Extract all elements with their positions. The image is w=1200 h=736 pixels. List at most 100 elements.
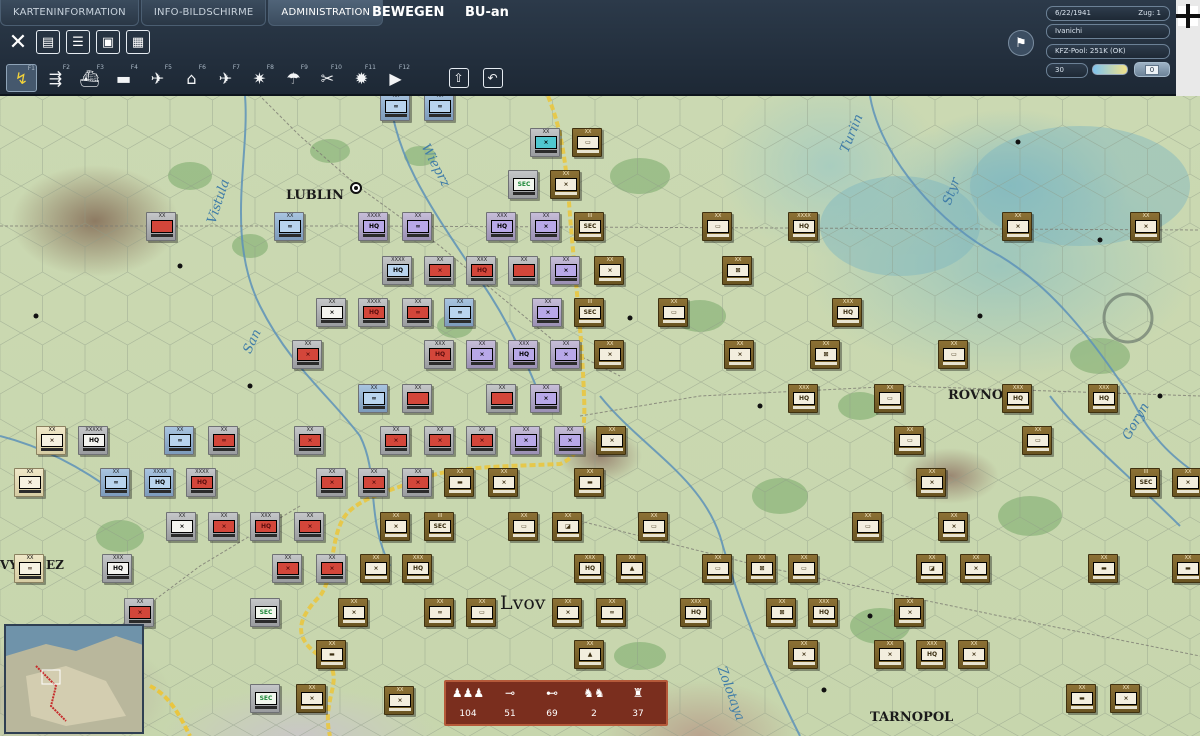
soviet-unit-counter[interactable]: XX ▬ (316, 640, 346, 669)
axis-unit-counter[interactable]: XX (486, 384, 516, 413)
soviet-unit-counter[interactable]: III SEC (1130, 468, 1160, 497)
soviet-unit-counter[interactable]: XX ⨯ (1002, 212, 1032, 241)
paradrop-button[interactable]: ☂ F9 (278, 64, 309, 92)
axis-unit-counter[interactable]: XX ⨯ (208, 512, 238, 541)
axis-unit-counter[interactable]: XX ∞ (100, 468, 130, 497)
naval-button[interactable]: ⛴ F3 (74, 64, 105, 92)
axis-unit-counter[interactable]: XX ∞ (164, 426, 194, 455)
soviet-unit-counter[interactable]: XXX HQ (680, 598, 710, 627)
soviet-unit-counter[interactable]: XX ▭ (702, 212, 732, 241)
soviet-unit-counter[interactable]: XX ▭ (938, 340, 968, 369)
axis-unit-counter[interactable]: XX ∞ (274, 212, 304, 241)
axis-unit-counter[interactable]: XXXX HQ (186, 468, 216, 497)
axis-unit-counter[interactable]: XX ∞ (402, 298, 432, 327)
soviet-unit-counter[interactable]: XX ⨯ (550, 170, 580, 199)
soviet-unit-counter[interactable]: XX ▭ (572, 128, 602, 157)
soviet-unit-counter[interactable]: XXXX HQ (788, 212, 818, 241)
move-mode-button[interactable]: ↯ F1 (6, 64, 37, 92)
close-icon[interactable]: ✕ (6, 30, 30, 55)
soviet-unit-counter[interactable]: III SEC (574, 298, 604, 327)
soviet-unit-counter[interactable]: XX ⊠ (722, 256, 752, 285)
unit-info-icon[interactable]: ▤ (36, 30, 60, 54)
rail-button[interactable]: ⇶ F2 (40, 64, 71, 92)
axis-unit-counter[interactable]: XXXXX HQ (78, 426, 108, 455)
minimap[interactable] (4, 624, 144, 734)
axis-unit-counter[interactable]: XX ⨯ (124, 598, 154, 627)
soviet-unit-counter[interactable]: XX ▭ (788, 554, 818, 583)
soviet-unit-counter[interactable]: XX ⨯ (958, 640, 988, 669)
soviet-unit-counter[interactable]: XX ⨯ (874, 640, 904, 669)
soviet-unit-counter[interactable]: XXX HQ (832, 298, 862, 327)
axis-unit-counter[interactable]: XX ⨯ (294, 426, 324, 455)
axis-unit-counter[interactable]: XX ⨯ (402, 468, 432, 497)
soviet-unit-counter[interactable]: XX ⨯ (596, 426, 626, 455)
axis-unit-counter[interactable]: XX ⨯ (292, 340, 322, 369)
axis-unit-counter[interactable]: XX ⨯ (530, 128, 560, 157)
counter-toggle[interactable]: 0 (1134, 62, 1170, 77)
neutral-unit-counter[interactable]: XX ⨯ (14, 468, 44, 497)
axis-unit-counter[interactable]: XX ⨯ (550, 340, 580, 369)
weather-indicator[interactable] (1092, 64, 1128, 75)
axis-unit-counter[interactable]: XXXX HQ (358, 298, 388, 327)
sea-transport-button[interactable]: ▬ F4 (108, 64, 139, 92)
axis-unit-counter[interactable]: XXX HQ (424, 340, 454, 369)
undo-button[interactable]: ↶ (477, 64, 508, 92)
soviet-unit-counter[interactable]: XX ◪ (552, 512, 582, 541)
air-base-button[interactable]: ⌂ F6 (176, 64, 207, 92)
axis-unit-counter[interactable]: XX ⨯ (166, 512, 196, 541)
soviet-unit-counter[interactable]: XXX HQ (1002, 384, 1032, 413)
tab-karteninformation[interactable]: KARTENINFORMATION (0, 0, 139, 26)
soviet-unit-counter[interactable]: XX ⨯ (916, 468, 946, 497)
axis-unit-counter[interactable]: XX ⨯ (510, 426, 540, 455)
list-icon[interactable]: ☰ (66, 30, 90, 54)
soviet-unit-counter[interactable]: III SEC (424, 512, 454, 541)
axis-unit-counter[interactable]: XXX HQ (508, 340, 538, 369)
soviet-unit-counter[interactable]: XX ▬ (444, 468, 474, 497)
soviet-unit-counter[interactable]: XX ▭ (702, 554, 732, 583)
soviet-unit-counter[interactable]: XX ⨯ (380, 512, 410, 541)
axis-unit-counter[interactable]: XXX HQ (250, 512, 280, 541)
axis-unit-counter[interactable]: XX ⨯ (530, 384, 560, 413)
axis-unit-counter[interactable]: XX ⨯ (316, 554, 346, 583)
axis-unit-counter[interactable]: XX (508, 256, 538, 285)
soviet-unit-counter[interactable]: XX ⨯ (594, 340, 624, 369)
soviet-unit-counter[interactable]: XX ▭ (638, 512, 668, 541)
soviet-unit-counter[interactable]: XX ▬ (574, 468, 604, 497)
soviet-unit-counter[interactable]: XX ⨯ (1110, 684, 1140, 713)
soviet-unit-counter[interactable]: XX ▭ (466, 598, 496, 627)
end-move-button[interactable]: ▶ F12 (380, 64, 411, 92)
soviet-unit-counter[interactable]: XX ▭ (508, 512, 538, 541)
axis-unit-counter[interactable]: XXXX HQ (358, 212, 388, 241)
axis-unit-counter[interactable]: XX ⨯ (530, 212, 560, 241)
axis-unit-counter[interactable]: XX ⨯ (424, 256, 454, 285)
axis-unit-counter[interactable]: XX ∞ (358, 384, 388, 413)
axis-unit-counter[interactable]: XX (402, 384, 432, 413)
soviet-unit-counter[interactable]: XX ⨯ (360, 554, 390, 583)
bombing-button[interactable]: ✷ F8 (244, 64, 275, 92)
axis-unit-counter[interactable]: XX (146, 212, 176, 241)
soviet-unit-counter[interactable]: XX ▬ (1172, 554, 1200, 583)
axis-unit-counter[interactable]: XX ⨯ (380, 426, 410, 455)
neutral-unit-counter[interactable]: XX ∞ (14, 554, 44, 583)
air-recon-button[interactable]: ✈ F5 (142, 64, 173, 92)
soviet-unit-counter[interactable]: XX ▲ (616, 554, 646, 583)
save-icon[interactable]: ▣ (96, 30, 120, 54)
axis-unit-counter[interactable]: XX ∞ (402, 212, 432, 241)
soviet-unit-counter[interactable]: XX ⨯ (1172, 468, 1200, 497)
soviet-unit-counter[interactable]: XXX HQ (788, 384, 818, 413)
grid-icon[interactable]: ▦ (126, 30, 150, 54)
axis-unit-counter[interactable]: XX ∞ (444, 298, 474, 327)
axis-unit-counter[interactable]: XX ⨯ (554, 426, 584, 455)
soviet-unit-counter[interactable]: XX ▭ (874, 384, 904, 413)
axis-unit-counter[interactable]: XXXX HQ (144, 468, 174, 497)
axis-unit-counter[interactable]: XX ⨯ (424, 426, 454, 455)
axis-unit-counter[interactable]: XX ⨯ (550, 256, 580, 285)
axis-unit-counter[interactable]: XX ⨯ (532, 298, 562, 327)
soviet-unit-counter[interactable]: XX ⨯ (788, 640, 818, 669)
tab-administration[interactable]: ADMINISTRATION (268, 0, 384, 26)
hex-map[interactable]: LUBLIN ROVNO TARNOPOL Lvov VY EZ Vistula… (0, 96, 1200, 736)
soviet-unit-counter[interactable]: XX ⨯ (594, 256, 624, 285)
soviet-unit-counter[interactable]: XX ⨯ (894, 598, 924, 627)
axis-unit-counter[interactable]: XX ⨯ (466, 340, 496, 369)
soviet-unit-counter[interactable]: XX ∞ (424, 598, 454, 627)
